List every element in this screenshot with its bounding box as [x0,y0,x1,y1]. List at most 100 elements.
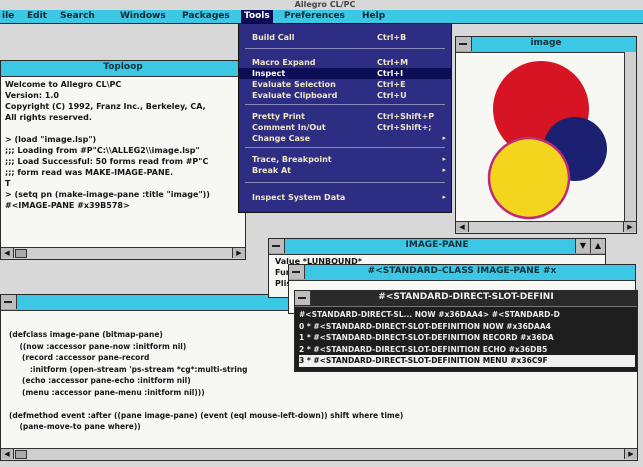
scroll-left-icon[interactable]: ◀ [1,248,14,258]
text-line: Welcome to Allegro CL\PC [5,80,122,89]
menu-item-label: Build Call [252,33,295,42]
image-titlebar[interactable]: image [456,37,636,53]
image-canvas[interactable] [457,53,623,223]
text-line: (pane-move-to pane where)) [9,422,141,431]
menu-separator [245,104,445,105]
text-line: (echo :accessor pane-echo :initform nil) [9,376,191,385]
text-line: (menu :accessor pane-menu :initform nil)… [9,387,205,397]
image-vscrollbar[interactable] [624,52,636,222]
text-line: > (load "image.lsp") [5,135,97,144]
menu-item-shortcut: Ctrl+Shift+; [377,123,432,132]
submenu-arrow-icon: ▸ [442,155,446,163]
menu-item-label: Macro Expand [252,58,316,67]
menu-item-label: Comment In/Out [252,123,326,132]
text-line: #<IMAGE-PANE #x39B578> [5,201,130,210]
tools-menu-item[interactable]: Break At ▸ [239,165,451,176]
text-line: 0 * #<STANDARD-DIRECT-SLOT-DEFINITION NO… [299,321,551,331]
menu-packages[interactable]: Packages [182,10,230,23]
tools-menu-item[interactable]: Macro Expand Ctrl+M [239,57,451,68]
submenu-arrow-icon: ▸ [442,166,446,174]
image-title: image [530,38,562,48]
toploop-hscrollbar[interactable]: ◀ ▶ [1,247,245,259]
text-line: 1 * #<STANDARD-DIRECT-SLOT-DEFINITION RE… [299,333,554,342]
scroll-thumb[interactable] [15,450,27,459]
menu-item-shortcut: Ctrl+M [377,58,409,67]
menu-windows[interactable]: Windows [120,10,166,23]
submenu-arrow-icon: ▸ [442,193,446,201]
menu-item-label: Trace, Breakpoint [252,155,332,164]
menu-item-shortcut: Ctrl+I [377,69,404,78]
tools-menu-item[interactable]: Comment In/Out Ctrl+Shift+; [239,122,451,133]
toploop-titlebar[interactable]: Toploop [1,61,245,77]
slot-definition-title: #<STANDARD-DIRECT-SLOT-DEFINI [378,292,554,302]
scroll-right-icon[interactable]: ▶ [623,222,636,232]
text-line: 2 * #<STANDARD-DIRECT-SLOT-DEFINITION EC… [299,344,548,354]
text-line: 3 * #<STANDARD-DIRECT-SLOT-DEFINITION ME… [299,355,635,367]
menu-item-shortcut: Ctrl+B [377,33,407,42]
menu-item-shortcut: Ctrl+E [377,80,406,89]
menu-separator [245,182,445,183]
text-line: :initform (open-stream 'ps-stream *cg*:m… [9,364,248,374]
toploop-title: Toploop [103,62,143,72]
text-line: All rights reserved. [5,113,92,122]
tools-menu: Build Call Ctrl+B Macro Expand Ctrl+M Inspec… [238,23,452,213]
text-line: (record :accessor pane-record [9,353,150,362]
tools-menu-item[interactable]: Build Call Ctrl+B [239,32,451,43]
text-line: > (setq pn (make-image-pane :title "imag… [5,190,210,199]
tools-menu-item[interactable]: Evaluate Selection Ctrl+E [239,79,451,90]
menu-bar: ile Edit Search Windows Packages Tools P… [0,10,643,24]
tools-menu-item[interactable]: Change Case ▸ [239,133,451,144]
menu-help[interactable]: Help [362,10,385,23]
menu-item-label: Inspect [252,69,286,78]
tools-menu-item[interactable]: Pretty Print Ctrl+Shift+P [239,111,451,122]
text-line: Copyright (C) 1992, Franz Inc., Berkeley… [5,102,206,111]
menu-edit[interactable]: Edit [27,10,47,23]
text-line: (defmethod event :after ((pane image-pan… [9,410,404,420]
app-title: Allegro CL/PC [294,0,356,9]
menu-item-label: Inspect System Data [252,193,346,202]
menu-item-label: Change Case [252,134,311,143]
tools-menu-item[interactable]: Evaluate Clipboard Ctrl+U [239,90,451,101]
tools-menu-item[interactable]: Trace, Breakpoint ▸ [239,154,451,165]
maximize-icon[interactable]: ▲ [590,239,605,253]
menu-tools[interactable]: Tools [241,10,273,23]
scroll-left-icon[interactable]: ◀ [456,222,469,232]
menu-separator [245,48,445,49]
scroll-right-icon[interactable]: ▶ [232,248,245,258]
menu-separator [245,147,445,148]
text-line: ((now :accessor pane-now :initform nil) [9,341,187,351]
standard-class-title: #<STANDARD-CLASS IMAGE-PANE #x [367,266,557,276]
standard-class-titlebar[interactable]: #<STANDARD-CLASS IMAGE-PANE #x [289,265,635,281]
scroll-thumb[interactable] [15,249,27,258]
text-line: #<STANDARD-DIRECT-SL... NOW #x36DAA4> #<… [299,310,560,319]
slot-definition-window: #<STANDARD-DIRECT-SLOT-DEFINI #<STANDARD… [294,290,638,372]
menu-item-shortcut: Ctrl+Shift+P [377,112,435,121]
menu-item-label: Evaluate Selection [252,80,336,89]
menu-item-label: Evaluate Clipboard [252,91,338,100]
image-hscrollbar[interactable]: ◀ ▶ [456,221,636,233]
image-pane-titlebar[interactable]: IMAGE-PANE ▼ ▲ [269,239,605,255]
editor-hscrollbar[interactable]: ◀ ▶ [1,448,637,460]
text-line: T [5,179,11,188]
menu-item-shortcut: Ctrl+U [377,91,407,100]
minimize-icon[interactable]: ▼ [575,239,590,253]
toploop-window: Toploop Welcome to Allegro CL\PC Version:… [0,60,246,260]
yellow-circle [487,136,571,220]
submenu-arrow-icon: ▸ [442,134,446,142]
text-line: ;;; form read was MAKE-IMAGE-PANE. [5,168,174,177]
menu-item-label: Break At [252,166,291,175]
menu-file[interactable]: ile [2,10,14,23]
text-line: ;;; Load Successful: 50 forms read from … [5,157,209,166]
tools-menu-item[interactable]: Inspect System Data ▸ [239,192,451,203]
scroll-left-icon[interactable]: ◀ [1,449,14,459]
menu-item-label: Pretty Print [252,112,305,121]
scroll-right-icon[interactable]: ▶ [624,449,637,459]
text-line: (defclass image-pane (bitmap-pane) [9,330,163,339]
tools-menu-item[interactable]: Inspect Ctrl+I [239,68,451,79]
slot-definition-titlebar[interactable]: #<STANDARD-DIRECT-SLOT-DEFINI [295,291,637,307]
image-window: image ◀ ▶ [455,36,637,234]
menu-search[interactable]: Search [60,10,95,23]
text-line: Version: 1.0 [5,91,59,100]
menu-preferences[interactable]: Preferences [284,10,345,23]
text-line: ;;; Loading from #P"C:\\ALLEG2\\image.ls… [5,146,200,155]
